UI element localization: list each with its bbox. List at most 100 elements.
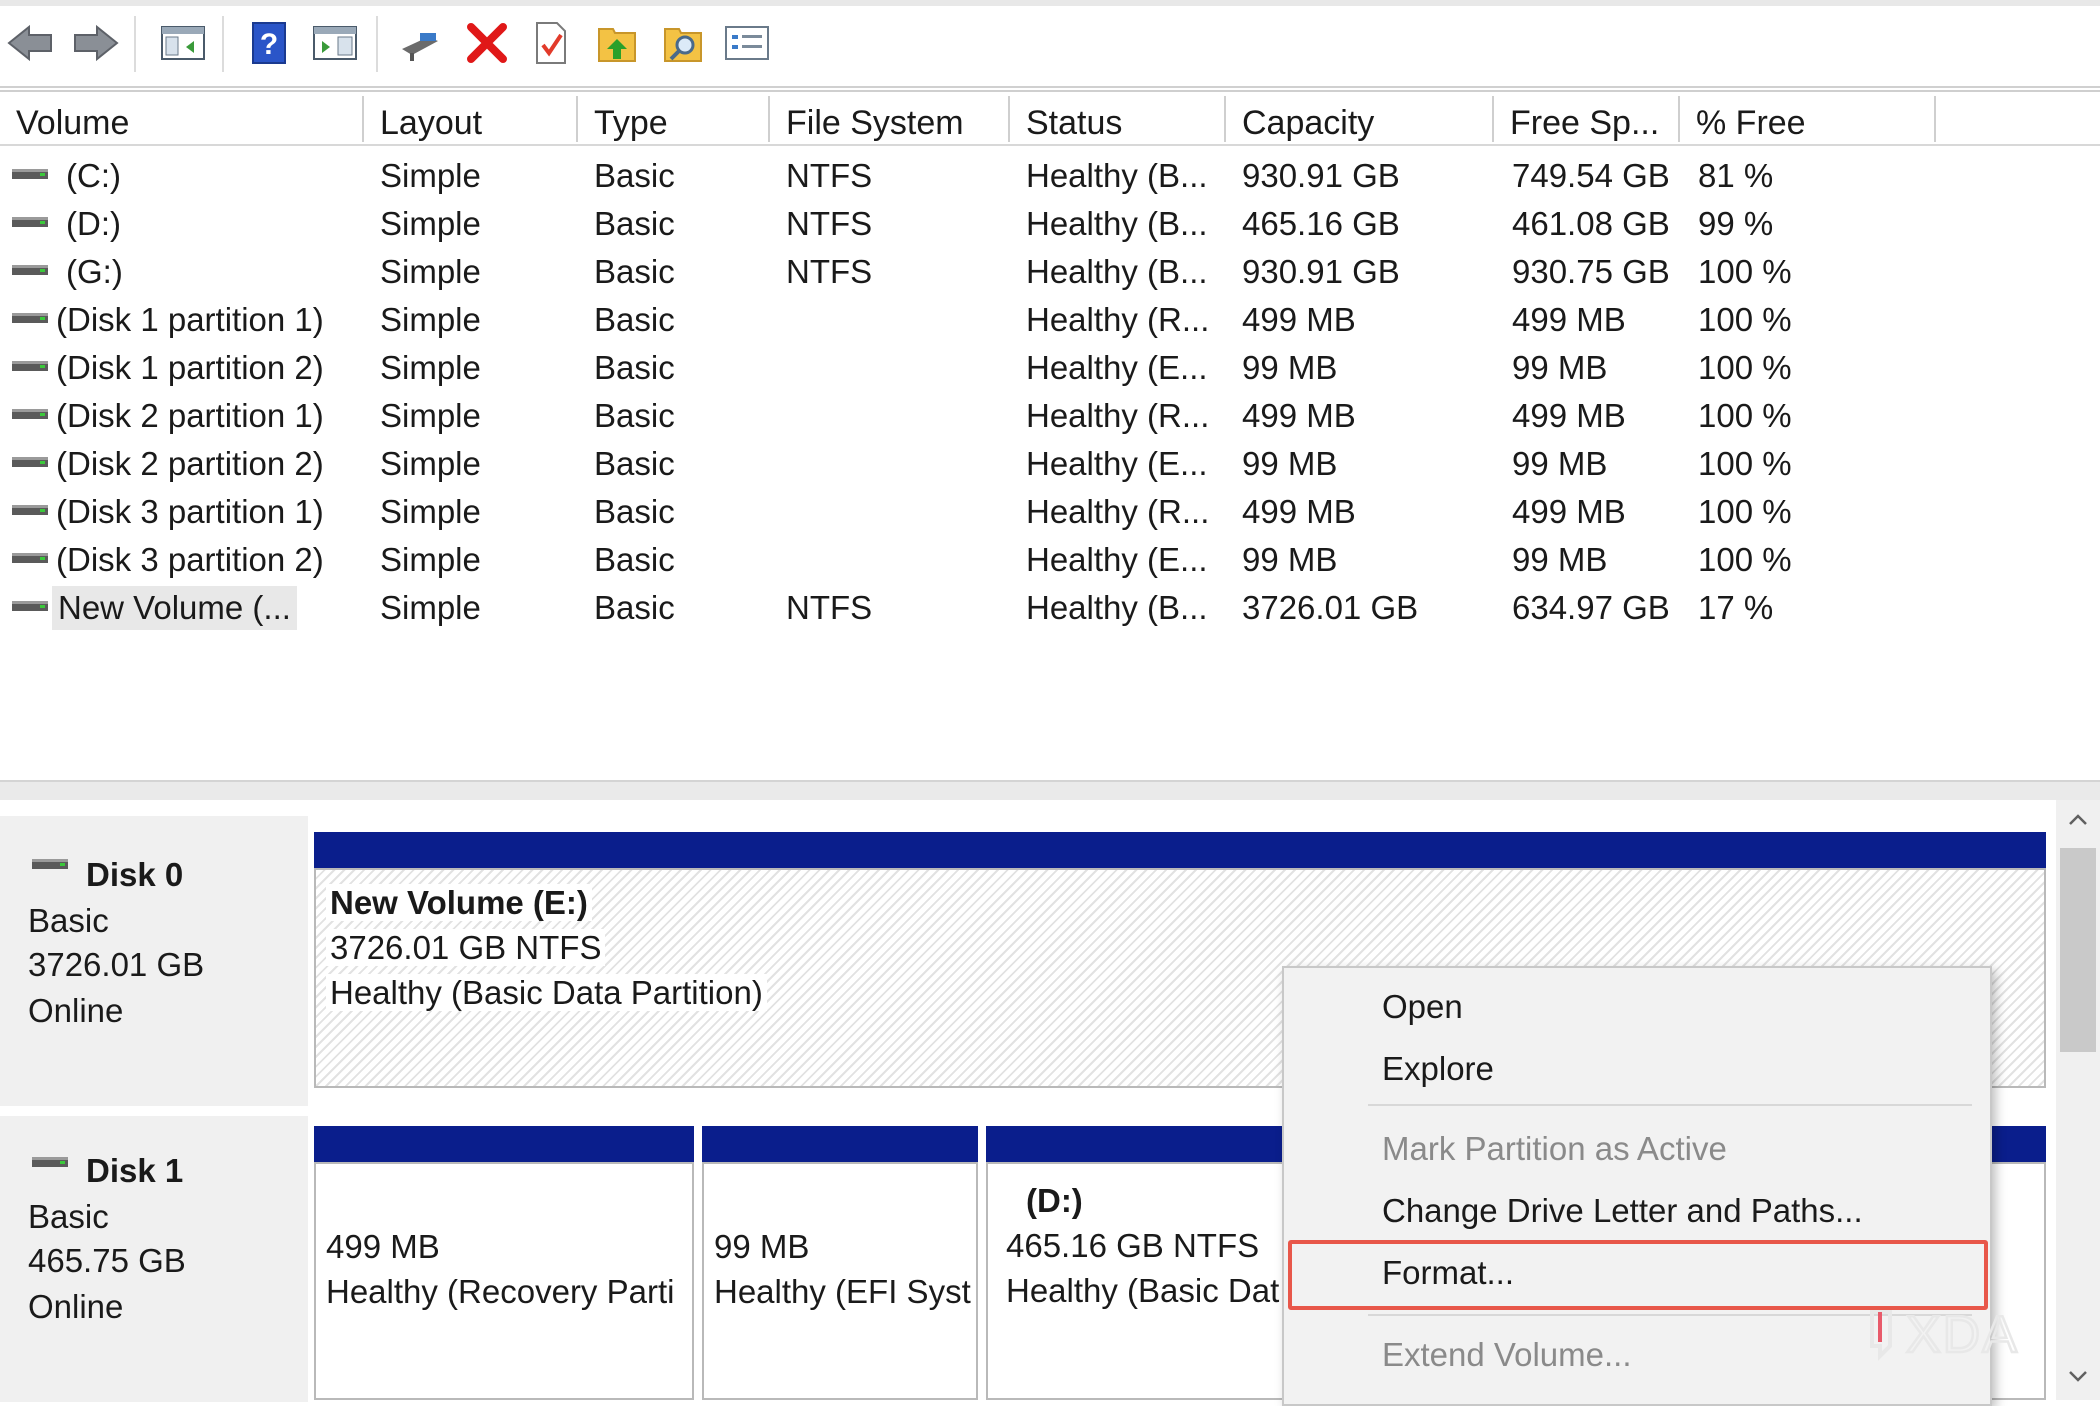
disk-type: Basic xyxy=(28,1198,109,1235)
cell-layout: Simple xyxy=(380,445,481,482)
connect-drive-icon[interactable] xyxy=(396,18,446,68)
delete-icon[interactable] xyxy=(462,18,512,68)
watermark-text: XDA xyxy=(1906,1306,2019,1364)
cell-type: Basic xyxy=(594,301,675,338)
cell-volume: (Disk 2 partition 1) xyxy=(56,397,324,434)
volume-header-bar xyxy=(702,1126,978,1162)
cell-free-space: 99 MB xyxy=(1512,349,1608,386)
cell-percent-free: 100 % xyxy=(1698,493,1792,530)
column-header-status[interactable]: Status xyxy=(1010,92,1224,146)
cell-free-space: 499 MB xyxy=(1512,397,1626,434)
cell-free-space: 634.97 GB xyxy=(1512,589,1670,626)
cell-capacity: 99 MB xyxy=(1242,445,1338,482)
scroll-down-icon[interactable] xyxy=(2066,1366,2090,1391)
cell-percent-free: 81 % xyxy=(1698,157,1774,194)
table-row[interactable]: (Disk 3 partition 1) Simple Basic Health… xyxy=(0,488,2100,536)
cell-status: Healthy (R... xyxy=(1026,301,1210,338)
view-list-icon[interactable] xyxy=(722,18,772,68)
cell-layout: Simple xyxy=(380,397,481,434)
cell-percent-free: 100 % xyxy=(1698,397,1792,434)
table-row[interactable]: (C:) Simple Basic NTFS Healthy (B... 930… xyxy=(0,152,2100,200)
menu-item-explore[interactable]: Explore xyxy=(1382,1050,1494,1088)
cell-percent-free: 100 % xyxy=(1698,541,1792,578)
table-row[interactable]: (D:) Simple Basic NTFS Healthy (B... 465… xyxy=(0,200,2100,248)
scroll-up-icon[interactable] xyxy=(2066,810,2090,835)
table-row[interactable]: (Disk 1 partition 2) Simple Basic Health… xyxy=(0,344,2100,392)
menu-item-open[interactable]: Open xyxy=(1382,988,1463,1026)
show-hide-action-pane-icon[interactable] xyxy=(310,18,360,68)
up-folder-icon[interactable] xyxy=(592,18,642,68)
column-header-volume[interactable]: Volume xyxy=(0,92,362,146)
cell-layout: Simple xyxy=(380,493,481,530)
forward-arrow-icon[interactable] xyxy=(70,18,120,68)
disk-type: Basic xyxy=(28,902,109,939)
list-header: Volume Layout Type File System Status Ca… xyxy=(0,90,2100,146)
cell-status: Healthy (B... xyxy=(1026,205,1208,242)
cell-percent-free: 100 % xyxy=(1698,301,1792,338)
cell-status: Healthy (E... xyxy=(1026,445,1208,482)
column-header-percent-free[interactable]: % Free xyxy=(1680,92,1934,146)
drive-icon xyxy=(12,265,48,275)
disk-1-info[interactable]: Disk 1 Basic 465.75 GB Online xyxy=(0,1112,308,1402)
show-hide-console-tree-icon[interactable] xyxy=(158,18,208,68)
cell-layout: Simple xyxy=(380,301,481,338)
column-header-file-system[interactable]: File System xyxy=(770,92,1010,146)
table-row[interactable]: (Disk 1 partition 1) Simple Basic Health… xyxy=(0,296,2100,344)
menu-item-format[interactable]: Format... xyxy=(1382,1254,1514,1292)
column-header-layout[interactable]: Layout xyxy=(364,92,576,146)
cell-free-space: 461.08 GB xyxy=(1512,205,1670,242)
drive-icon xyxy=(12,505,48,515)
cell-status: Healthy (R... xyxy=(1026,397,1210,434)
cell-type: Basic xyxy=(594,253,675,290)
column-header-type[interactable]: Type xyxy=(578,92,768,146)
cell-percent-free: 100 % xyxy=(1698,445,1792,482)
column-divider[interactable] xyxy=(1934,96,1936,142)
table-row-selected[interactable]: New Volume (... Simple Basic NTFS Health… xyxy=(0,584,2100,632)
menu-item-extend-volume[interactable]: Extend Volume... xyxy=(1382,1336,1631,1374)
pane-splitter[interactable] xyxy=(0,780,2100,802)
cell-percent-free: 17 % xyxy=(1698,589,1774,626)
cell-free-space: 930.75 GB xyxy=(1512,253,1670,290)
cell-status: Healthy (B... xyxy=(1026,157,1208,194)
menu-item-change-drive-letter[interactable]: Change Drive Letter and Paths... xyxy=(1382,1192,1863,1230)
cell-free-space: 99 MB xyxy=(1512,445,1608,482)
table-row[interactable]: (Disk 2 partition 2) Simple Basic Health… xyxy=(0,440,2100,488)
toolbar-separator xyxy=(222,16,224,72)
menu-item-mark-partition-active[interactable]: Mark Partition as Active xyxy=(1382,1130,1727,1168)
column-header-capacity[interactable]: Capacity xyxy=(1226,92,1492,146)
partition-status: Healthy (EFI Syst xyxy=(714,1273,971,1310)
cell-percent-free: 100 % xyxy=(1698,253,1792,290)
cell-layout: Simple xyxy=(380,541,481,578)
volume-header-bar xyxy=(314,1126,694,1162)
table-row[interactable]: (G:) Simple Basic NTFS Healthy (B... 930… xyxy=(0,248,2100,296)
disk-0-info[interactable]: Disk 0 Basic 3726.01 GB Online xyxy=(0,816,308,1106)
cell-volume: (Disk 2 partition 2) xyxy=(56,445,324,482)
partition-efi[interactable]: 99 MB Healthy (EFI Syst xyxy=(702,1162,978,1400)
cell-capacity: 99 MB xyxy=(1242,349,1338,386)
properties-icon[interactable] xyxy=(526,18,576,68)
table-row[interactable]: (Disk 2 partition 1) Simple Basic Health… xyxy=(0,392,2100,440)
search-folder-icon[interactable] xyxy=(658,18,708,68)
cell-layout: Simple xyxy=(380,205,481,242)
drive-icon xyxy=(12,169,48,179)
volume-title: New Volume (E:) xyxy=(326,884,592,921)
drive-icon xyxy=(12,457,48,467)
cell-capacity: 499 MB xyxy=(1242,397,1356,434)
back-arrow-icon[interactable] xyxy=(6,18,56,68)
cell-volume: (G:) xyxy=(66,253,123,290)
partition-recovery[interactable]: 499 MB Healthy (Recovery Parti xyxy=(314,1162,694,1400)
disk-size: 465.75 GB xyxy=(28,1242,186,1279)
cell-capacity: 3726.01 GB xyxy=(1242,589,1419,626)
table-row[interactable]: (Disk 3 partition 2) Simple Basic Health… xyxy=(0,536,2100,584)
cell-free-space: 749.54 GB xyxy=(1512,157,1670,194)
column-header-free-space[interactable]: Free Sp... xyxy=(1494,92,1678,146)
cell-percent-free: 100 % xyxy=(1698,349,1792,386)
window-top-edge xyxy=(0,0,2100,6)
cell-layout: Simple xyxy=(380,157,481,194)
cell-layout: Simple xyxy=(380,349,481,386)
cell-type: Basic xyxy=(594,397,675,434)
scroll-thumb[interactable] xyxy=(2060,848,2096,1052)
cell-type: Basic xyxy=(594,493,675,530)
help-icon[interactable]: ? xyxy=(244,18,294,68)
cell-status: Healthy (E... xyxy=(1026,349,1208,386)
